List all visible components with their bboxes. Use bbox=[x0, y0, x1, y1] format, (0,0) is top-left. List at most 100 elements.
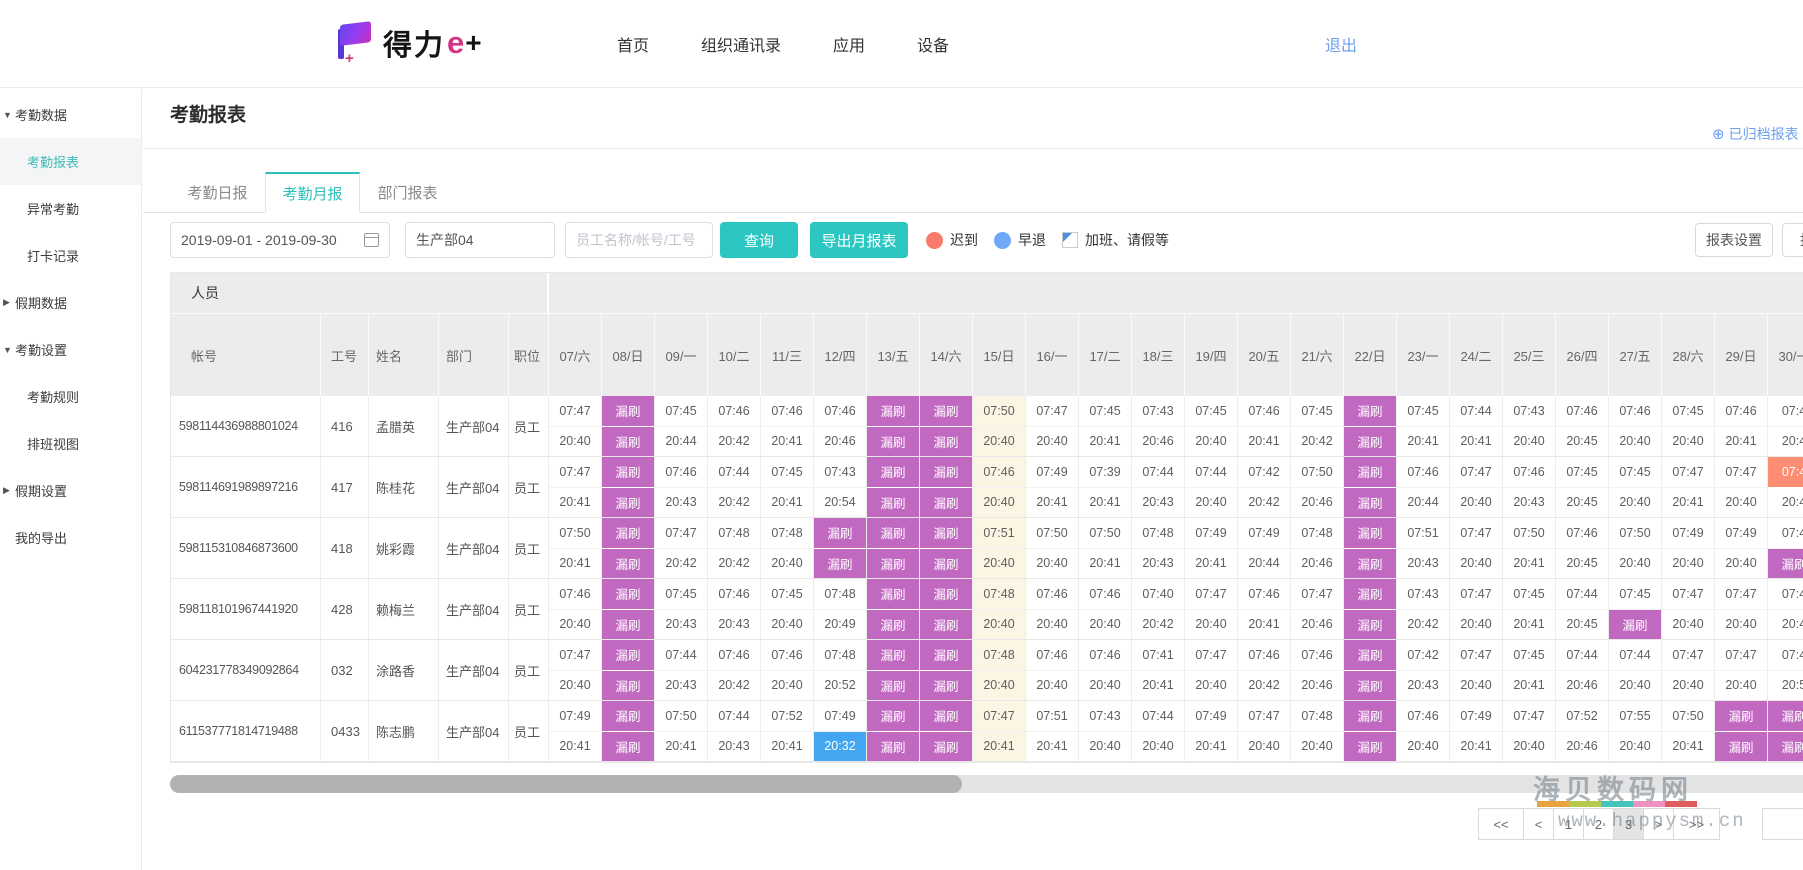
date-cell: 07:46 20:40 bbox=[1397, 701, 1450, 761]
horizontal-scrollbar-thumb[interactable] bbox=[170, 775, 962, 793]
date-cell: 07:50 20:46 bbox=[1291, 457, 1344, 517]
time-cell: 20:41 bbox=[1513, 556, 1545, 571]
missed-swipe-badge: 漏刷 bbox=[1768, 548, 1803, 578]
report-settings-button[interactable]: 报表设置 bbox=[1695, 223, 1773, 257]
time-cell: 20:40 bbox=[1460, 556, 1492, 571]
date-cell: 07:47 20:46 bbox=[1291, 579, 1344, 639]
nav-item[interactable]: 应用 bbox=[833, 32, 865, 56]
next-page-button[interactable]: > bbox=[1644, 808, 1674, 840]
date-cell: 07:49 20:44 bbox=[1238, 518, 1291, 578]
page-number-button[interactable]: 2 bbox=[1584, 808, 1614, 840]
time-cell: 20:40 bbox=[771, 678, 803, 693]
tab-item[interactable]: 部门报表 bbox=[360, 172, 455, 213]
attendance-table: 人员 帐号 工号 姓名 部门 职位 07/六 08/日 09/一 10/二 11/三 12/四 13/… bbox=[170, 272, 1803, 763]
column-header: 帐号 bbox=[171, 314, 321, 396]
date-cell: 07:48 20:43 bbox=[1132, 518, 1185, 578]
missed-swipe-badge: 漏刷 bbox=[867, 579, 919, 610]
tab-active[interactable]: 考勤月报 bbox=[265, 172, 360, 213]
time-cell: 20:54 bbox=[824, 495, 856, 510]
logo-wordmark: 得力 e + bbox=[383, 22, 482, 64]
date-range-input[interactable]: 2019-09-01 - 2019-09-30 bbox=[170, 222, 390, 258]
time-cell: 20:42 bbox=[718, 678, 750, 693]
sidebar-item-label: 考勤报表 bbox=[27, 155, 80, 170]
page-number-button[interactable]: 3 bbox=[1614, 808, 1644, 840]
nav-item[interactable]: 设备 bbox=[917, 32, 949, 56]
time-cell: 07:45 bbox=[1556, 457, 1608, 488]
time-cell: 20:42 bbox=[718, 556, 750, 571]
sidebar-item[interactable]: ▶ 假期数据 bbox=[0, 279, 141, 326]
nav-item[interactable]: 组织通讯录 bbox=[701, 32, 781, 56]
date-column-header: 25/三 bbox=[1503, 314, 1556, 396]
date-cell: 07:47 20:40 bbox=[1662, 640, 1715, 700]
archived-reports-link[interactable]: ⊕ 已归档报表 bbox=[1712, 124, 1799, 144]
date-cell: 07:47 20:40 bbox=[1185, 579, 1238, 639]
time-cell: 07:47 bbox=[549, 457, 601, 488]
date-cell: 07:47 20:40 bbox=[1450, 457, 1503, 517]
nav-menu: 首页 组织通讯录 应用 设备 bbox=[617, 0, 949, 88]
department-input[interactable]: 生产部04 bbox=[405, 222, 555, 258]
watermark-bar-segment bbox=[1665, 801, 1697, 807]
date-column-header: 29/日 bbox=[1715, 314, 1768, 396]
time-cell: 20:40 bbox=[973, 670, 1025, 700]
time-cell: 07:49 bbox=[1026, 457, 1078, 488]
date-cell: 07:46 20:43 bbox=[708, 579, 761, 639]
query-button[interactable]: 查询 bbox=[720, 222, 798, 258]
date-cell: 07:45 20:41 bbox=[1503, 579, 1556, 639]
missed-swipe-badge: 漏刷 bbox=[1344, 579, 1396, 610]
sidebar-item[interactable]: 打卡记录 bbox=[0, 232, 141, 279]
time-cell: 07:51 bbox=[1026, 701, 1078, 732]
page-jump-input[interactable] bbox=[1762, 808, 1803, 840]
nav-item[interactable]: 首页 bbox=[617, 32, 649, 56]
date-column-header: 08/日 bbox=[602, 314, 655, 396]
time-cell: 20:41 bbox=[1460, 434, 1492, 449]
missed-swipe-badge: 漏刷 bbox=[1344, 426, 1396, 456]
export-month-report-button[interactable]: 导出月报表 bbox=[810, 222, 908, 258]
sidebar-item[interactable]: ▶ 假期设置 bbox=[0, 467, 141, 514]
time-cell: 07:45 bbox=[1662, 396, 1714, 427]
time-cell: 07:47 bbox=[1185, 579, 1237, 610]
missed-swipe-badge: 漏刷 bbox=[1344, 548, 1396, 578]
sidebar-item-label: 我的导出 bbox=[15, 531, 68, 546]
date-cell: 07:45 20:41 bbox=[1079, 396, 1132, 456]
time-cell: 20:40 bbox=[1407, 739, 1439, 754]
page-number-button[interactable]: 1 bbox=[1554, 808, 1584, 840]
date-column-header: 30/一 bbox=[1768, 314, 1803, 396]
date-cell: 漏刷漏刷 bbox=[867, 518, 920, 578]
sidebar-item[interactable]: 排班视图 bbox=[0, 420, 141, 467]
time-cell: 07:46 bbox=[1503, 457, 1555, 488]
clipped-right-button[interactable]: 报 bbox=[1782, 223, 1803, 257]
date-cell: 漏刷漏刷 bbox=[1768, 701, 1803, 761]
prev-page-button[interactable]: < bbox=[1524, 808, 1554, 840]
date-cell: 07:44 20:45 bbox=[1556, 579, 1609, 639]
date-column-header: 24/二 bbox=[1450, 314, 1503, 396]
date-column-header: 15/日 bbox=[973, 314, 1026, 396]
last-page-button[interactable]: >> bbox=[1674, 808, 1720, 840]
tab-item[interactable]: 考勤日报 bbox=[170, 172, 265, 213]
first-page-button[interactable]: << bbox=[1478, 808, 1524, 840]
sidebar-item[interactable]: ▼ 考勤设置 bbox=[0, 326, 141, 373]
cell-employee-no: 416 bbox=[321, 396, 369, 456]
sidebar-item[interactable]: 我的导出 bbox=[0, 514, 141, 561]
legend-item: 加班、请假等 bbox=[1062, 230, 1169, 250]
time-cell: 20:46 bbox=[1566, 678, 1598, 693]
time-cell: 20:41 bbox=[771, 739, 803, 754]
sidebar-item[interactable]: 考勤规则 bbox=[0, 373, 141, 420]
missed-swipe-badge: 漏刷 bbox=[1344, 640, 1396, 671]
sidebar-item[interactable]: 考勤报表 bbox=[0, 138, 141, 185]
logo-text: 得力 bbox=[383, 30, 446, 62]
time-cell: 20:41 bbox=[771, 434, 803, 449]
date-cell: 07:46 20:41 bbox=[1238, 396, 1291, 456]
employee-search-input[interactable]: 员工名称/帐号/工号 bbox=[565, 222, 713, 258]
table-row: 598115310846873600 418 姚彩霞 生产部04 员工 07:50 20:4… bbox=[171, 518, 1803, 579]
date-cell: 07:48 20:42 bbox=[708, 518, 761, 578]
time-cell: 07:43 bbox=[1079, 701, 1131, 732]
time-cell: 20:49 bbox=[824, 617, 856, 632]
time-cell: 07:48 bbox=[814, 640, 866, 671]
logout-link[interactable]: 退出 bbox=[1325, 0, 1357, 88]
time-cell: 20:43 bbox=[665, 495, 697, 510]
column-header: 姓名 bbox=[369, 314, 439, 396]
sidebar-item[interactable]: ▼ 考勤数据 bbox=[0, 91, 141, 138]
time-cell: 07:50 bbox=[973, 396, 1025, 427]
cell-position: 员工 bbox=[509, 457, 549, 517]
sidebar-item[interactable]: 异常考勤 bbox=[0, 185, 141, 232]
